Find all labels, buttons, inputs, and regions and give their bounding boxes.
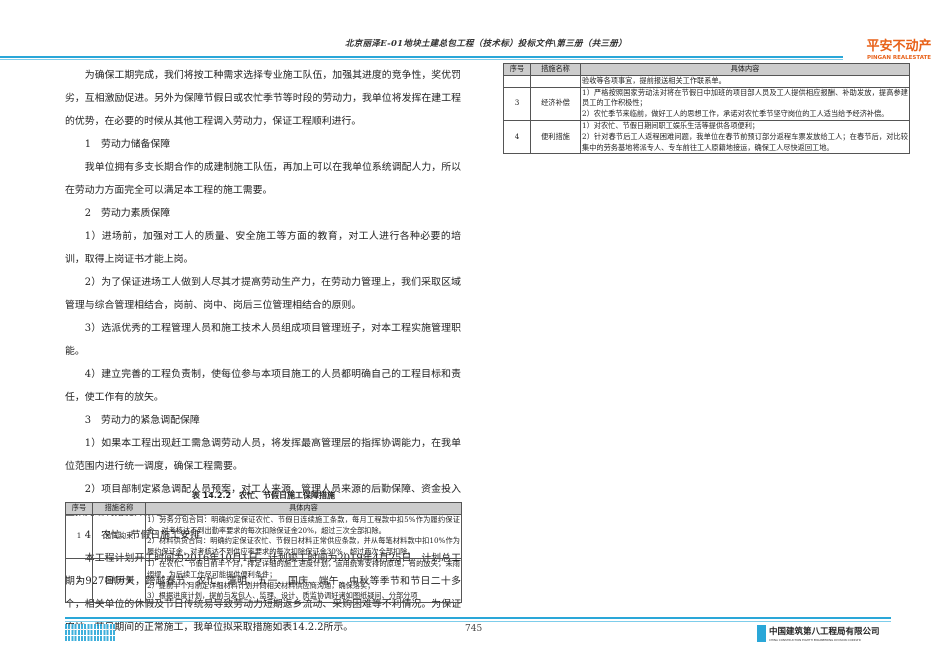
pingan-logo: 平安不动产 PINGAN REALESTATE <box>860 35 938 61</box>
cell-no: 1 <box>65 513 93 559</box>
table-row: 3 经济补偿 1）严格按照国家劳动法对将在节假日中加班的项目部人员及工人提供相应报酬… <box>503 86 910 121</box>
table-caption: 表 14.2.2 农忙、节假日施工保障措施 <box>191 491 336 500</box>
company-mark-icon <box>757 625 766 642</box>
col-header: 具体内容 <box>145 502 462 515</box>
section-heading: 3 劳动力的紧急调配保障 <box>84 415 200 426</box>
col-header: 序号 <box>503 63 531 76</box>
page-number: 745 <box>465 624 483 634</box>
table-row: 4 便利措施 1）对农忙、节假日期间职工娱乐生活等提供各项便利； 2）针对春节后工人… <box>503 119 910 155</box>
cell-content: 1）对农忙、节假日期间职工娱乐生活等提供各项便利； 2）针对春节后工人返程困难问… <box>580 119 910 155</box>
paragraph: 1）进场前，加强对工人的质量、安全施工等方面的教育，对工人进行各种必要的培训，取… <box>65 231 461 265</box>
paragraph: 1）如果本工程出现赶工需急调劳动人员，将发挥最高管理层的指挥协调能力，在我单位范… <box>65 438 461 472</box>
decorative-pattern-icon <box>65 624 115 641</box>
cell-no: 2 <box>65 557 93 604</box>
company-name-en: CHINA CONSTRUCTION EIGHTH ENGINEERING DI… <box>769 638 861 642</box>
cell-no: 3 <box>503 86 531 121</box>
document-page: 北京丽泽E-01地块土建总包工程（技术标）投标文件\第三册（共三册） 平安不动产… <box>0 0 950 672</box>
cell-content: 1）在农忙、节假日前半个月，排定详细的施工进度计划，运用统筹安排的原理，有的放矢… <box>145 557 462 604</box>
measures-table-part2: 序号 措施名称 具体内容 验收等各项事宜，提前报送相关工作联系单。 3 经济补偿 1）严… <box>503 63 910 155</box>
paragraph: 3）选派优秀的工程管理人员和施工技术人员组成项目管理班子，对本工程实施管理职能。 <box>65 323 461 357</box>
cell-content: 1）严格按照国家劳动法对将在节假日中加班的项目部人员及工人提供相应报酬、补助发放… <box>580 86 910 121</box>
col-header: 具体内容 <box>580 63 910 76</box>
company-name-cn: 中国建筑第八工程局有限公司 <box>769 627 880 637</box>
section-heading: 1 劳动力储备保障 <box>84 139 171 150</box>
footer-rule <box>65 617 891 619</box>
logo-en: PINGAN REALESTATE <box>866 55 932 61</box>
section-heading: 2 劳动力素质保障 <box>84 208 171 219</box>
cell-content: 1）劳务分包合同：明确约定保证农忙、节假日连续施工条款，每月工程款中扣5%作为履… <box>145 513 462 559</box>
paragraph: 为确保工期完成，我们将按工种需求选择专业施工队伍，加强其进度的竞争性，奖优罚劣，… <box>65 70 461 127</box>
header-rule <box>0 56 843 58</box>
cell-no: 4 <box>503 119 531 155</box>
table-row: 1 合同约束 1）劳务分包合同：明确约定保证农忙、节假日连续施工条款，每月工程款中扣… <box>65 513 462 559</box>
company-logo: 中国建筑第八工程局有限公司 CHINA CONSTRUCTION EIGHTH … <box>757 625 880 642</box>
col-header: 措施名称 <box>530 63 581 76</box>
table-row: 2 超前计划 1）在农忙、节假日前半个月，排定详细的施工进度计划，运用统筹安排的原理… <box>65 557 462 604</box>
footer-rule-thin <box>65 621 891 622</box>
paragraph: 2）为了保证进场工人做到人尽其才提高劳动生产力，在劳动力管理上，我们采取区域管理… <box>65 277 461 311</box>
cell-name: 便利措施 <box>530 119 581 155</box>
header-rule-thin <box>0 59 843 60</box>
cell-no <box>503 74 531 88</box>
paragraph: 我单位拥有多支长期合作的成建制施工队伍，再加上可以在我单位系统调配人力，所以在劳… <box>65 162 461 196</box>
logo-cn: 平安不动产 <box>866 39 932 54</box>
cell-name: 合同约束 <box>92 513 146 559</box>
paragraph: 4）建立完善的工程负责制，使每位参与本项目施工的人员都明确自己的工程目标和责任，… <box>65 369 461 403</box>
cell-content: 验收等各项事宜，提前报送相关工作联系单。 <box>580 74 910 88</box>
measures-table-part1: 序号 措施名称 具体内容 1 合同约束 1）劳务分包合同：明确约定保证农忙、节假日连续施… <box>65 502 462 604</box>
table-row: 验收等各项事宜，提前报送相关工作联系单。 <box>503 74 910 88</box>
cell-name: 超前计划 <box>92 557 146 604</box>
cell-name <box>530 74 581 88</box>
header-title: 北京丽泽E-01地块土建总包工程（技术标）投标文件\第三册（共三册） <box>345 39 627 49</box>
col-header: 序号 <box>65 502 93 515</box>
col-header: 措施名称 <box>92 502 146 515</box>
cell-name: 经济补偿 <box>530 86 581 121</box>
